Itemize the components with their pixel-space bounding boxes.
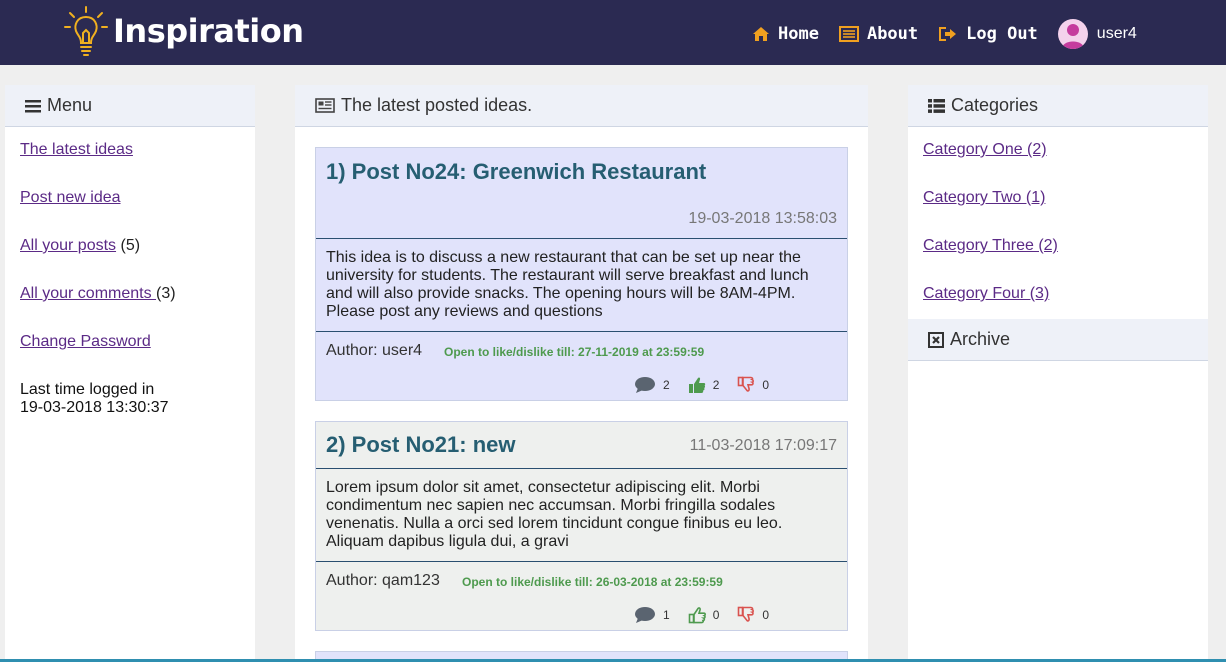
archive-header[interactable]: Archive — [908, 319, 1208, 361]
username: user4 — [1096, 25, 1137, 42]
divider — [316, 331, 847, 332]
comment-count: 1 — [663, 608, 670, 622]
category-link[interactable]: Category Two (1) — [923, 189, 1045, 207]
sign-out-icon — [939, 27, 957, 41]
th-list-icon — [928, 98, 945, 113]
dislike-button[interactable]: 0 — [737, 606, 769, 624]
comments-button[interactable]: 1 — [634, 606, 670, 624]
brand[interactable]: Inspiration — [64, 5, 304, 57]
comments-button[interactable]: 2 — [634, 376, 670, 394]
menu-all-comments-count: (3) — [156, 285, 176, 302]
dislike-count: 0 — [762, 378, 770, 392]
categories-title: Categories — [951, 95, 1039, 115]
menu-latest-ideas-label: The latest ideas — [20, 141, 133, 158]
user-icon — [1061, 24, 1084, 49]
menu-all-posts[interactable]: All your posts — [20, 237, 116, 254]
categories-header: Categories — [908, 85, 1208, 127]
menu-all-posts-count: (5) — [120, 237, 141, 254]
category-link[interactable]: Category Four (3) — [923, 285, 1049, 303]
menu-post-new-idea[interactable]: Post new idea — [20, 189, 121, 207]
like-count: 2 — [712, 378, 720, 392]
lightbulb-logo-icon — [64, 6, 108, 56]
like-count: 0 — [712, 608, 720, 622]
menu-latest-ideas[interactable]: The latest ideas — [20, 141, 133, 159]
nav-logout-label: Log Out — [966, 24, 1038, 44]
last-login-value: 19-03-2018 13:30:37 — [20, 399, 169, 416]
nav-logout[interactable]: Log Out — [938, 24, 1038, 44]
dislike-count: 0 — [762, 608, 770, 622]
thumbs-up-filled-icon — [688, 377, 705, 393]
thumbs-down-icon — [738, 606, 755, 622]
like-button[interactable]: 0 — [688, 606, 720, 624]
post-card: 2) Post No21: new 11-03-2018 17:09:17 Lo… — [315, 421, 848, 631]
menu-all-comments[interactable]: All your comments — [20, 285, 156, 302]
bars-icon — [25, 99, 41, 112]
close-box-icon — [928, 331, 944, 348]
app-title: Inspiration — [113, 12, 304, 50]
thumbs-down-icon — [738, 376, 755, 392]
categories-panel: Categories Category One (2) Category Two… — [908, 85, 1208, 662]
divider — [316, 238, 847, 239]
post-body: This idea is to discuss a new restaurant… — [326, 249, 809, 320]
post-body: Lorem ipsum dolor sit amet, consectetur … — [326, 479, 783, 550]
menu-all-posts-row: All your posts (5) — [20, 237, 140, 255]
menu-panel: Menu The latest ideas Post new idea All … — [5, 85, 255, 662]
post-title[interactable]: 2) Post No21: new — [326, 432, 515, 458]
category-link[interactable]: Category Three (2) — [923, 237, 1058, 255]
post-date: 19-03-2018 13:58:03 — [688, 210, 837, 227]
last-login: Last time logged in 19-03-2018 13:30:37 — [20, 381, 169, 417]
last-login-label: Last time logged in — [20, 381, 155, 398]
post-card: 1) Post No24: Greenwich Restaurant 19-03… — [315, 147, 848, 401]
post-actions: 1 0 0 — [634, 606, 787, 624]
like-deadline: Open to like/dislike till: 26-03-2018 at… — [462, 575, 723, 589]
post-date: 11-03-2018 17:09:17 — [689, 437, 837, 454]
newspaper-icon — [315, 98, 335, 113]
menu-all-comments-row: All your comments (3) — [20, 285, 176, 303]
menu-header: Menu — [5, 85, 255, 127]
category-link[interactable]: Category One (2) — [923, 141, 1047, 159]
top-navbar: Inspiration Home About Log Out user4 — [0, 0, 1226, 65]
feed-header: The latest posted ideas. — [295, 85, 868, 127]
thumbs-up-icon — [688, 607, 706, 624]
avatar — [1057, 19, 1088, 49]
archive-title: Archive — [950, 329, 1011, 349]
like-deadline: Open to like/dislike till: 27-11-2019 at… — [444, 345, 705, 359]
nav-about[interactable]: About — [838, 24, 919, 44]
menu-change-password[interactable]: Change Password — [20, 333, 151, 351]
like-button[interactable]: 2 — [688, 376, 720, 394]
nav-home-label: Home — [778, 24, 819, 44]
menu-title: Menu — [47, 95, 93, 115]
post-author: Author: qam123 — [326, 572, 440, 589]
comment-icon — [635, 607, 655, 623]
home-icon — [753, 27, 769, 41]
nav-home[interactable]: Home — [752, 24, 819, 44]
divider — [316, 468, 847, 469]
user-profile[interactable]: user4 — [1057, 19, 1137, 49]
list-box-icon — [838, 26, 859, 42]
dislike-button[interactable]: 0 — [737, 376, 769, 394]
post-title[interactable]: 1) Post No24: Greenwich Restaurant — [326, 159, 706, 185]
post-author: Author: user4 — [326, 342, 423, 359]
nav-about-label: About — [866, 24, 919, 44]
menu-change-password-label: Change Password — [20, 333, 151, 350]
feed-title: The latest posted ideas. — [341, 95, 533, 115]
main-nav: Home About Log Out user4 — [752, 16, 1137, 52]
ideas-feed-panel: The latest posted ideas. 1) Post No24: G… — [295, 85, 868, 662]
comment-icon — [635, 377, 655, 393]
divider — [316, 561, 847, 562]
menu-post-new-idea-label: Post new idea — [20, 189, 121, 206]
comment-count: 2 — [663, 378, 670, 392]
post-actions: 2 2 0 — [634, 376, 787, 394]
